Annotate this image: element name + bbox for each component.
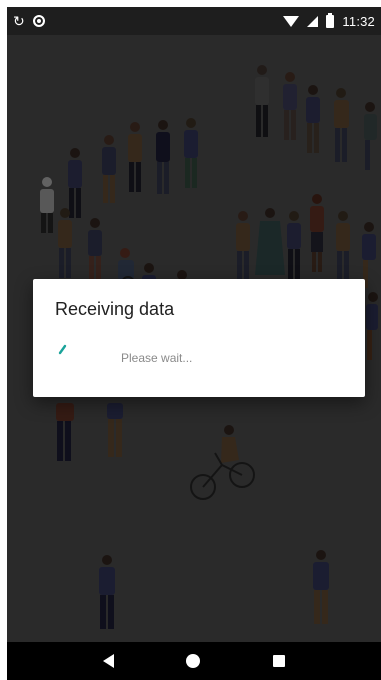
status-left: ↻ [13,14,45,28]
sync-icon: ↻ [13,13,25,29]
wifi-icon [283,15,300,27]
circle-icon [32,15,45,27]
dialog-title: Receiving data [55,299,175,319]
status-time: 11:32 [342,13,375,29]
home-icon[interactable] [186,654,201,668]
signal-icon [307,15,319,27]
battery-icon [326,12,335,28]
recents-icon[interactable] [272,655,285,667]
progress-spinner-icon [58,344,67,355]
status-right: 11:32 [283,12,375,29]
progress-dialog: Receiving data Please wait... [33,279,365,397]
navigation-bar [7,642,381,680]
dialog-message: Please wait... [121,351,193,365]
app-screen: ↻ 11:32 Receiving data Please wait... [7,7,381,680]
status-bar: ↻ 11:32 [7,7,381,35]
back-icon[interactable] [103,654,115,668]
